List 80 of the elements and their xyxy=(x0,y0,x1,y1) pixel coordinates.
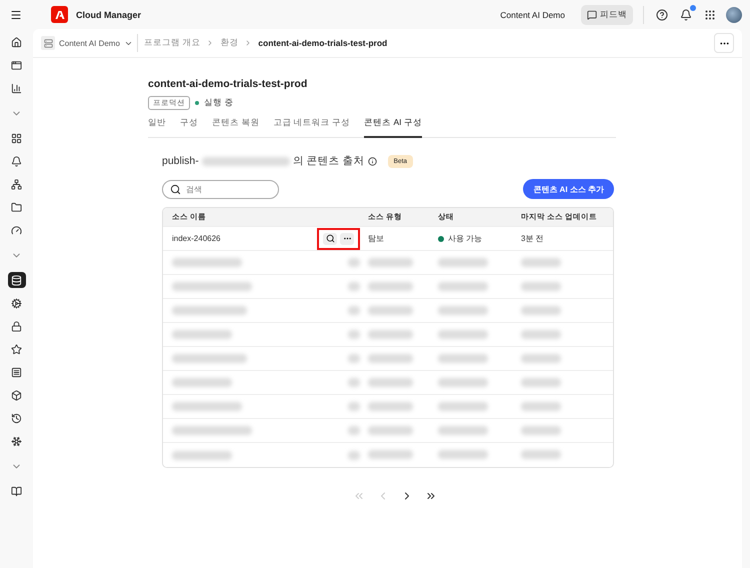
redacted-text xyxy=(521,378,561,386)
redacted-text xyxy=(521,354,561,362)
breadcrumb-link[interactable]: 환경 xyxy=(220,37,238,49)
avatar[interactable] xyxy=(726,6,742,22)
breadcrumb-link[interactable]: 프로그램 개요 xyxy=(144,37,200,49)
redacted-text xyxy=(368,378,413,386)
org-name: Content AI Demo xyxy=(500,10,565,20)
redacted-text xyxy=(438,426,488,434)
redacted-text xyxy=(172,378,232,387)
redacted-text xyxy=(438,282,488,290)
chat-icon xyxy=(587,10,597,20)
database-icon[interactable] xyxy=(8,272,26,288)
redacted-text xyxy=(368,426,413,434)
redacted-text xyxy=(348,402,360,411)
redacted-text xyxy=(521,306,561,314)
breadcrumb-link[interactable]: content-ai-demo-trials-test-prod xyxy=(258,38,388,48)
redacted-text xyxy=(438,378,488,386)
tab[interactable]: 콘텐츠 복원 xyxy=(212,117,260,138)
redacted-text xyxy=(521,426,561,434)
redacted-text xyxy=(368,282,413,290)
last-page-button[interactable] xyxy=(425,490,437,502)
redacted-text xyxy=(368,330,413,338)
help-icon[interactable] xyxy=(654,6,670,22)
logo-icon xyxy=(51,6,68,23)
redacted-text xyxy=(172,450,232,460)
section-title: 의 콘텐츠 출처 xyxy=(292,154,365,168)
environment-title: content-ai-demo-trials-test-prod xyxy=(148,78,308,90)
info-icon[interactable] xyxy=(368,156,377,166)
tab[interactable]: 고급 네트워크 구성 xyxy=(273,117,350,138)
status-text: 사용 가능 xyxy=(448,233,482,244)
tab[interactable]: 일반 xyxy=(148,117,166,138)
redacted-text xyxy=(438,450,488,459)
redacted-text xyxy=(521,258,561,266)
app-name: Cloud Manager xyxy=(76,10,142,20)
search-icon xyxy=(170,184,181,194)
double-chevron-left-icon xyxy=(353,490,365,502)
redacted-text xyxy=(521,450,561,459)
redacted-text xyxy=(521,330,561,338)
search-button[interactable] xyxy=(323,232,337,244)
redacted-text xyxy=(521,402,561,410)
redacted-text xyxy=(172,402,242,411)
redacted-text xyxy=(348,282,360,291)
program-selector[interactable]: Content AI Demo xyxy=(41,34,138,52)
redacted-text xyxy=(438,402,488,410)
table-cell: index-240626 xyxy=(172,234,220,243)
redacted-text xyxy=(368,354,413,362)
bell-icon[interactable] xyxy=(678,6,694,22)
redacted-text xyxy=(438,354,488,362)
redacted-text xyxy=(348,330,360,339)
redacted-text xyxy=(438,258,488,266)
redacted-text xyxy=(521,282,561,290)
redacted-text xyxy=(368,450,413,459)
redacted-text xyxy=(172,258,242,267)
redacted-text xyxy=(348,378,360,387)
menu-icon[interactable] xyxy=(10,8,22,20)
add-source-button[interactable]: 콘텐츠 AI 소스 추가 xyxy=(523,179,614,199)
search-icon xyxy=(326,234,334,243)
server-icon xyxy=(41,36,55,50)
redacted-text xyxy=(348,426,360,435)
redacted-text xyxy=(348,258,360,267)
redacted-text xyxy=(368,258,413,266)
feedback-button[interactable]: 피드백 xyxy=(581,4,633,24)
redacted-text xyxy=(348,306,360,315)
table-cell-text: 3분 전 xyxy=(521,233,545,244)
table-cell-text: 탐보 xyxy=(368,233,385,244)
search-field[interactable]: 검색 xyxy=(162,180,279,198)
redacted-text xyxy=(438,306,488,314)
double-chevron-right-icon xyxy=(425,490,437,502)
more-button[interactable] xyxy=(340,232,354,244)
redacted-text xyxy=(438,330,488,338)
redacted-text xyxy=(368,402,413,410)
redacted-text xyxy=(172,330,232,339)
status-text: 실행 중 xyxy=(204,97,234,109)
redacted-text xyxy=(348,450,360,460)
tab[interactable]: 콘텐츠 AI 구성 xyxy=(364,117,422,138)
redacted-text xyxy=(348,354,360,363)
redacted-text xyxy=(368,306,413,314)
section-title: publish- xyxy=(162,155,199,167)
status-dot xyxy=(195,101,199,105)
tab[interactable]: 구성 xyxy=(180,117,198,138)
